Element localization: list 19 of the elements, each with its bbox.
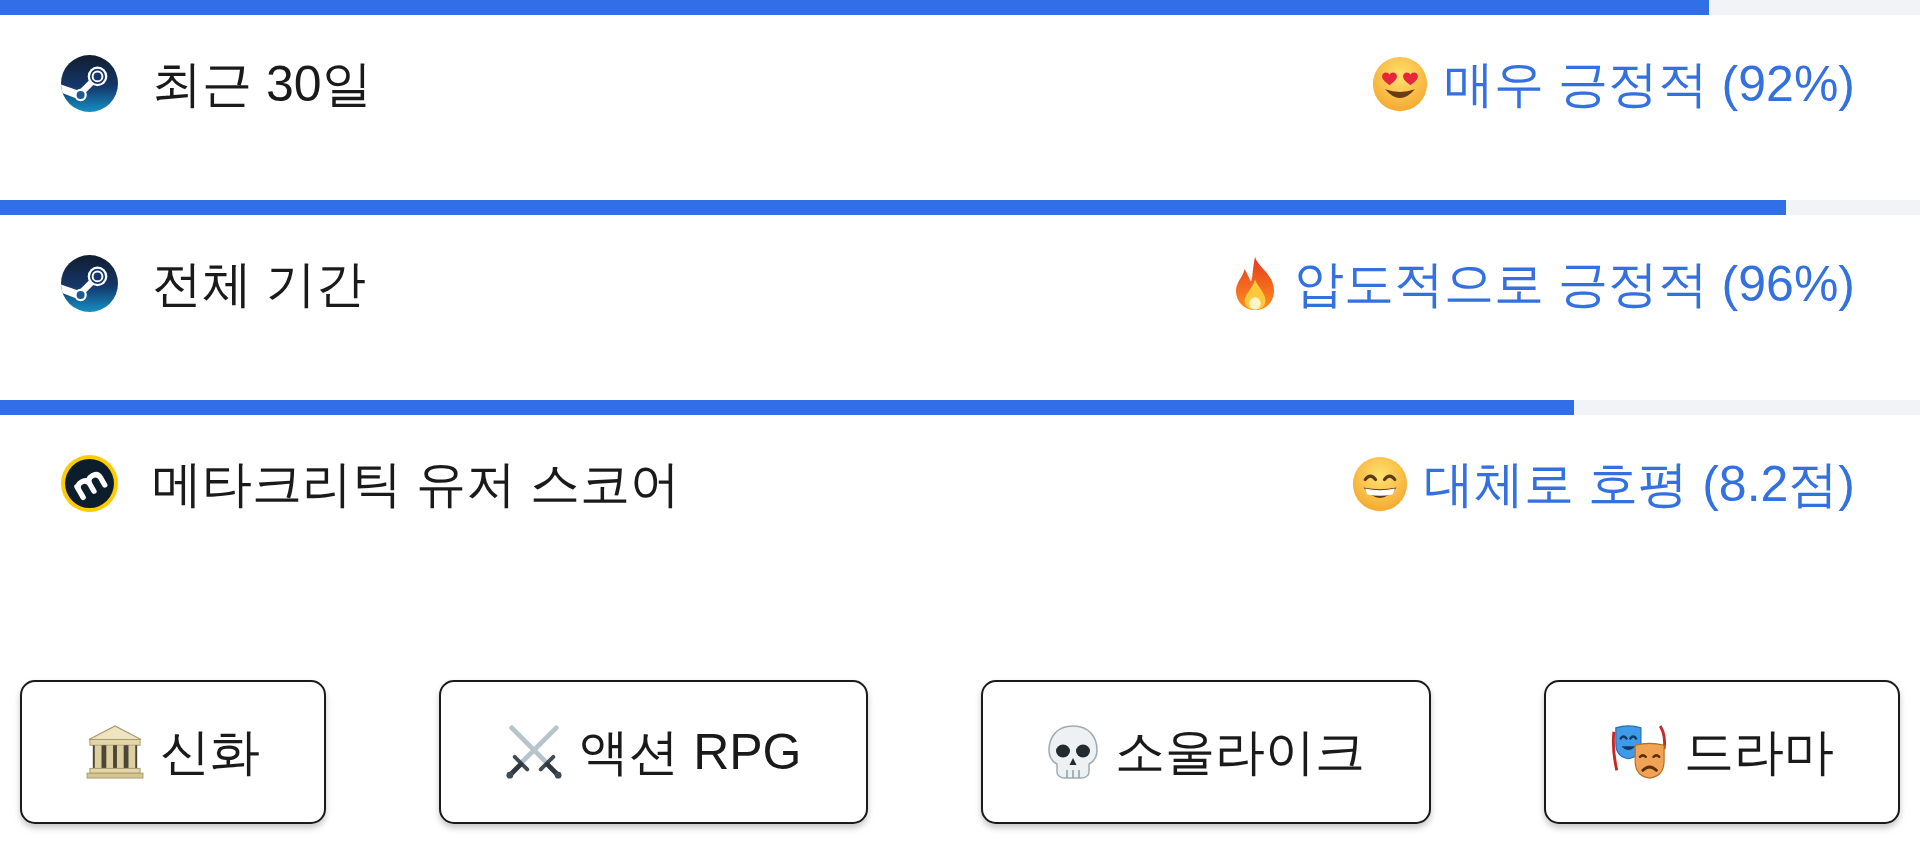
classical-building-icon: [86, 725, 144, 779]
theater-masks-icon: [1610, 724, 1668, 780]
genre-tag[interactable]: 신화: [20, 680, 326, 824]
rating-period-label: 메타크리틱 유저 스코어: [152, 458, 680, 509]
crossed-swords-icon: [505, 724, 564, 780]
grinning-face-icon: [1352, 455, 1409, 512]
rating-verdict: 대체로 호평 (8.2점): [1424, 458, 1855, 509]
rating-period-label: 전체 기간: [152, 258, 366, 309]
metacritic-logo-icon: [61, 455, 118, 512]
genre-tag[interactable]: 드라마: [1544, 680, 1900, 824]
genre-tag[interactable]: 소울라이크: [980, 680, 1431, 824]
steam-logo-icon: [61, 55, 118, 112]
rating-period-label: 최근 30일: [152, 58, 372, 109]
genre-tag[interactable]: 액션 RPG: [439, 680, 868, 824]
heart-eyes-face-icon: [1371, 55, 1428, 112]
steam-logo-icon: [61, 255, 118, 312]
rating-verdict: 압도적으로 긍정적 (96%): [1293, 258, 1855, 309]
rating-verdict: 매우 긍정적 (92%): [1443, 58, 1855, 109]
skull-icon: [1046, 724, 1099, 780]
